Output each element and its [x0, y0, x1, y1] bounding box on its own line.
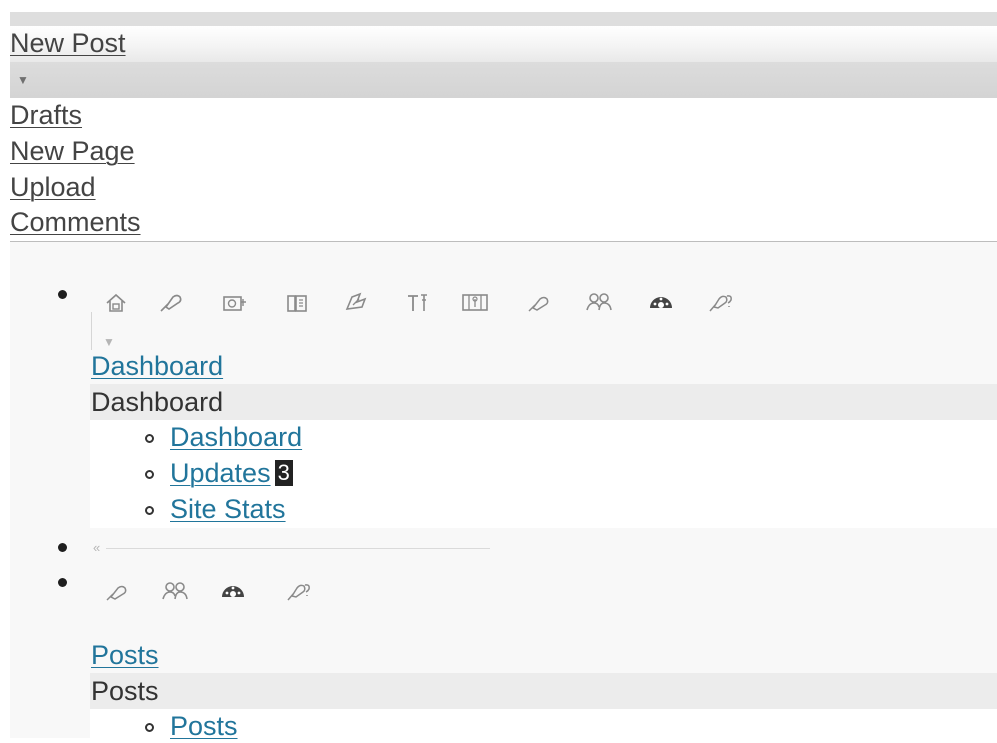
dashboard-gauge-icon[interactable]	[219, 580, 247, 608]
list-circle	[145, 506, 154, 515]
chevron-down-icon: ▼	[17, 73, 29, 87]
appearance-icon[interactable]	[461, 292, 489, 320]
tools-icon[interactable]	[405, 292, 431, 320]
menu-posts-link[interactable]: Posts	[91, 639, 159, 671]
settings-icon[interactable]	[706, 292, 734, 320]
menu-heading-band	[90, 673, 997, 709]
pages-icon[interactable]	[343, 291, 369, 319]
favorites-toggle[interactable]: ▼	[10, 62, 997, 98]
favorite-new-post-link[interactable]: New Post	[10, 26, 997, 62]
plugins-icon[interactable]	[104, 582, 130, 610]
plugins-icon[interactable]	[526, 293, 552, 321]
submenu-updates-link[interactable]: Updates 3	[170, 456, 293, 490]
menu-posts-heading: Posts	[91, 676, 159, 706]
favorite-upload-link[interactable]: Upload	[10, 170, 96, 204]
media-icon[interactable]	[222, 293, 248, 319]
favorite-comments-link[interactable]: Comments	[10, 205, 141, 239]
list-bullet	[58, 290, 67, 299]
posts-pin-icon[interactable]	[158, 292, 184, 320]
update-count-badge: 3	[274, 460, 293, 486]
menu-divider	[91, 312, 92, 350]
users-icon[interactable]	[585, 291, 613, 319]
favorite-drafts-link[interactable]: Drafts	[10, 98, 82, 132]
top-strip	[10, 12, 997, 26]
collapse-separator	[106, 548, 490, 549]
favorite-new-page-link[interactable]: New Page	[10, 134, 135, 168]
submenu-dashboard-link[interactable]: Dashboard	[170, 420, 302, 454]
list-circle	[145, 434, 154, 443]
list-bullet	[58, 578, 67, 587]
chevron-down-icon[interactable]: ▼	[103, 336, 115, 348]
menu-dashboard-heading: Dashboard	[91, 387, 224, 417]
list-circle	[145, 723, 154, 732]
list-circle	[145, 470, 154, 479]
home-icon[interactable]	[104, 292, 128, 320]
list-bullet	[58, 543, 67, 552]
dashboard-gauge-icon[interactable]	[647, 291, 675, 319]
users-icon[interactable]	[161, 580, 189, 608]
links-icon[interactable]	[285, 293, 309, 319]
submenu-updates-label: Updates	[170, 458, 271, 488]
collapse-menu-icon[interactable]: «	[93, 541, 100, 555]
menu-heading-band	[90, 384, 997, 420]
settings-icon[interactable]	[284, 581, 312, 609]
submenu-site-stats-link[interactable]: Site Stats	[170, 492, 286, 526]
menu-dashboard-link[interactable]: Dashboard	[91, 350, 223, 382]
